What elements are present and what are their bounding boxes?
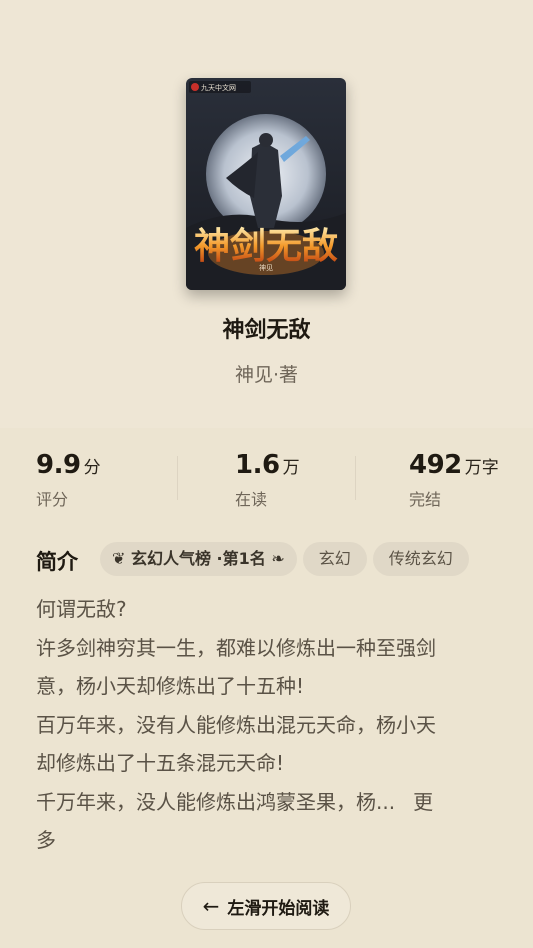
- book-author: 神见·著: [234, 364, 299, 386]
- desc-line: 许多剑神穷其一生，都难以修炼出一种至强剑: [36, 635, 436, 660]
- stat-rating: 9.9 分 评分: [36, 450, 101, 510]
- desc-line: 百万年来，没有人能修炼出混元天命，杨小天: [36, 712, 436, 737]
- book-cover[interactable]: 神剑无敌 神见 九天中文网: [186, 78, 346, 290]
- tag-list: ❦ 玄幻人气榜 ·第1名 ❧ 玄幻 传统玄幻: [100, 542, 475, 578]
- start-reading-button[interactable]: ← 左滑开始阅读: [181, 882, 351, 930]
- laurel-left-icon: ❦: [112, 549, 126, 568]
- stat-label: 评分: [36, 490, 69, 509]
- desc-line: 何谓无敌?: [36, 597, 127, 621]
- stat-value: 1.6: [235, 450, 280, 480]
- start-reading-label: 左滑开始阅读: [227, 898, 330, 919]
- stats-bar: 9.9 分 评分 1.6 万 在读 492 万字 完结: [0, 428, 533, 528]
- cover-title-text: 神剑无敌: [194, 225, 338, 267]
- stat-label: 完结: [409, 490, 442, 509]
- desc-line: 意，杨小天却修炼出了十五种!: [36, 674, 305, 698]
- stat-unit: 万: [282, 458, 300, 478]
- stat-unit: 万字: [464, 458, 499, 478]
- intro-heading: 简介: [36, 550, 78, 574]
- intro-description[interactable]: 何谓无敌? 许多剑神穷其一生，都难以修炼出一种至强剑 意，杨小天却修炼出了十五种…: [36, 590, 496, 860]
- desc-line: 千万年来，没人能修炼出鸿蒙圣果，杨...: [36, 789, 396, 814]
- stat-unit: 分: [83, 458, 101, 478]
- desc-line: 多: [36, 828, 56, 852]
- laurel-right-icon: ❧: [271, 549, 285, 568]
- stat-wordcount: 492 万字 完结: [409, 450, 499, 510]
- arrow-left-icon: ←: [202, 894, 220, 918]
- tag-ranking[interactable]: ❦ 玄幻人气榜 ·第1名 ❧: [100, 542, 297, 576]
- publisher-mark: 九天中文网: [201, 83, 236, 92]
- divider: [355, 456, 356, 500]
- stat-label: 在读: [235, 490, 268, 509]
- book-title: 神剑无敌: [222, 318, 311, 343]
- tag-genre[interactable]: 玄幻: [302, 542, 367, 576]
- stat-readers: 1.6 万 在读: [235, 450, 300, 510]
- publisher-logo-icon: [191, 83, 199, 91]
- tag-label: 玄幻人气榜 ·第1名: [130, 549, 266, 568]
- divider: [177, 456, 178, 500]
- cover-author-text: 神见: [259, 263, 273, 272]
- stat-value: 492: [409, 450, 462, 480]
- tag-subgenre[interactable]: 传统玄幻: [372, 542, 469, 576]
- desc-line: 却修炼出了十五条混元天命!: [36, 751, 285, 775]
- stat-value: 9.9: [36, 450, 81, 480]
- cover-art: 神剑无敌 神见 九天中文网: [186, 78, 346, 290]
- expand-more-link[interactable]: 更: [413, 790, 433, 814]
